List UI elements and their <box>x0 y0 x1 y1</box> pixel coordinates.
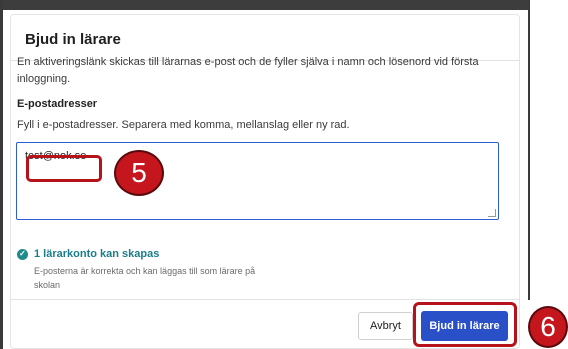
status-description: E-posterna är korrekta och kan läggas ti… <box>34 266 256 290</box>
info-text: En aktiveringslänk skickas till lärarnas… <box>17 56 479 85</box>
footer-divider <box>11 299 519 300</box>
step-badge-6: 6 <box>528 306 568 348</box>
status-row: ✓ 1 lärarkonto kan skapas <box>17 248 159 260</box>
step-badge-5: 5 <box>114 150 164 196</box>
overlay-edge-left <box>0 0 3 349</box>
overlay-edge-top <box>0 0 528 10</box>
status-title: 1 lärarkonto kan skapas <box>34 248 160 260</box>
highlight-email-entry <box>26 155 102 182</box>
cancel-button[interactable]: Avbryt <box>358 312 413 340</box>
overlay-edge-right <box>528 0 530 300</box>
email-help-text: Fyll i e-postadresser. Separera med komm… <box>17 119 350 131</box>
email-label: E-postadresser <box>17 98 98 110</box>
invite-teacher-button[interactable]: Bjud in lärare <box>421 311 508 341</box>
check-circle-icon: ✓ <box>17 248 28 260</box>
resize-grip-icon[interactable] <box>488 209 496 217</box>
dialog-title: Bjud in lärare <box>25 31 121 48</box>
